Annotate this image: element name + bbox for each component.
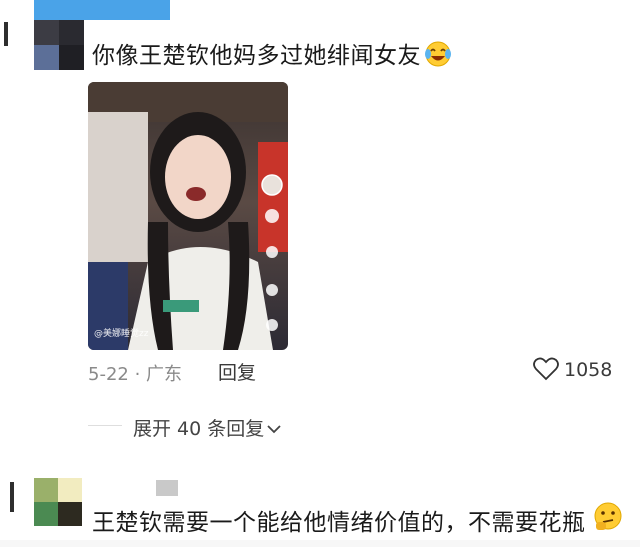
username-placeholder[interactable]: [156, 480, 178, 496]
laughing-crying-emoji-icon: [423, 40, 453, 68]
divider: [88, 425, 122, 426]
thinking-emoji-icon: [592, 500, 624, 532]
bottom-edge: [0, 540, 640, 547]
comment-text: 王楚钦需要一个能给他情绪价值的，不需要花瓶: [92, 510, 586, 536]
expand-replies-button[interactable]: 展开 40 条回复: [133, 414, 282, 441]
comment-photo[interactable]: @美娜睡觉zz: [88, 82, 288, 350]
heart-icon[interactable]: [533, 357, 559, 381]
avatar[interactable]: [34, 20, 84, 70]
chevron-down-icon: [266, 418, 282, 440]
avatar[interactable]: [34, 478, 82, 526]
comment-body: 你像王楚钦他妈多过她绯闻女友: [92, 43, 421, 69]
expand-replies-label: 展开 40 条回复: [133, 418, 265, 440]
photo-watermark: @美娜睡觉zz: [94, 329, 149, 339]
left-edge-bar: [10, 482, 14, 512]
comment-date-location: 5-22 · 广东: [88, 364, 183, 385]
left-edge-bar: [4, 22, 8, 46]
like-count: 1058: [564, 359, 613, 381]
reply-button[interactable]: 回复: [218, 358, 256, 385]
comment-text: 你像王楚钦他妈多过她绯闻女友: [92, 36, 453, 70]
